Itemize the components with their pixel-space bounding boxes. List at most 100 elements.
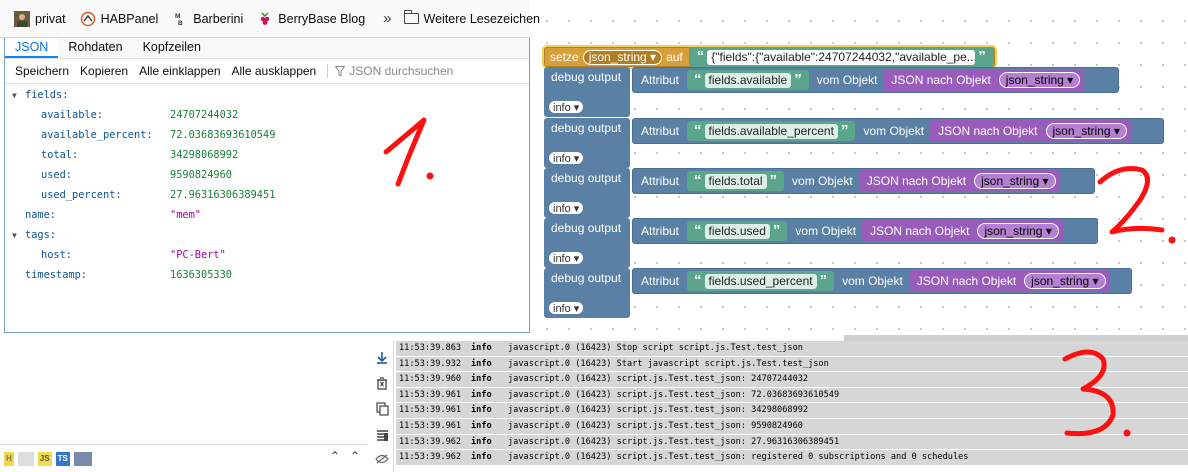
debug-output-block-3[interactable]: debug output info ▾ — [544, 168, 630, 218]
tree-row[interactable]: total: 34298068992 — [5, 145, 529, 165]
attribute-string[interactable]: “fields.available” — [687, 70, 809, 90]
log-sidebar — [368, 341, 394, 472]
json-to-object-block[interactable]: JSON nach Objekt json_string ▾ — [908, 270, 1110, 292]
rules-badge-icon[interactable] — [73, 451, 92, 466]
set-variable-block[interactable]: setze json_string ▾ auf “ {"fields":{"av… — [544, 47, 995, 67]
attribute-field[interactable]: fields.used_percent — [704, 273, 817, 289]
json-to-object-block[interactable]: JSON nach Objekt json_string ▾ — [858, 170, 1060, 192]
bookmark-privat[interactable]: privat — [14, 10, 66, 27]
attribute-label: Attribut — [641, 73, 680, 87]
set-to-label: auf — [666, 50, 683, 64]
tree-row-tags[interactable]: ▼ tags: — [5, 225, 529, 245]
set-variable-dropdown[interactable]: json_string ▾ — [582, 49, 663, 65]
tree-row-fields[interactable]: ▼ fields: — [5, 85, 529, 105]
tree-value: 72.03683693610549 — [170, 129, 276, 141]
tree-value: 1636305330 — [170, 269, 232, 281]
mb-icon: MB — [172, 11, 188, 27]
from-object-label: vom Objekt — [863, 124, 925, 138]
bookmark-barberini[interactable]: MB Barberini — [172, 11, 243, 27]
json-to-object-label: JSON nach Objekt — [870, 224, 970, 238]
debug-output-block-4[interactable]: debug output info ▾ — [544, 218, 630, 268]
tree-row[interactable]: host: "PC-Bert" — [5, 245, 529, 265]
expand-all-button[interactable]: Alle ausklappen — [232, 64, 317, 78]
tab-kopfzeilen[interactable]: Kopfzeilen — [133, 38, 211, 58]
json-to-object-block[interactable]: JSON nach Objekt json_string ▾ — [862, 220, 1063, 242]
attribute-string[interactable]: “fields.used_percent” — [687, 271, 835, 291]
log-resize-bar[interactable] — [368, 333, 1188, 341]
h-badge-icon[interactable]: H — [4, 451, 14, 466]
attribute-block-1[interactable]: Attribut “fields.available” vom Objekt J… — [632, 67, 1119, 93]
attribute-field[interactable]: fields.total — [704, 173, 767, 189]
quote-open-icon: “ — [694, 172, 702, 189]
log-message: javascript.0 (16423) script.js.Test.test… — [508, 389, 840, 400]
tree-row-timestamp[interactable]: timestamp: 1636305330 — [5, 265, 529, 285]
log-level-dropdown[interactable]: info ▾ — [548, 100, 585, 114]
bookmarks-overflow-chevron-icon[interactable]: » — [383, 10, 391, 27]
log-severity: info — [471, 436, 492, 447]
tree-row[interactable]: available_percent: 72.03683693610549 — [5, 125, 529, 145]
expand-icon[interactable]: ⌃ — [330, 449, 340, 463]
collapse-all-button[interactable]: Alle einklappen — [139, 64, 220, 78]
tree-row[interactable]: used: 9590824960 — [5, 165, 529, 185]
variable-dropdown[interactable]: json_string ▾ — [977, 223, 1059, 239]
debug-output-block-2[interactable]: debug output info ▾ — [544, 118, 630, 168]
json-to-object-block[interactable]: JSON nach Objekt json_string ▾ — [883, 69, 1085, 91]
copy-button[interactable]: Kopieren — [80, 64, 128, 78]
json-to-object-block[interactable]: JSON nach Objekt json_string ▾ — [930, 120, 1131, 142]
scroll-down-icon[interactable] — [374, 349, 390, 365]
bookmark-berrybase-blog[interactable]: BerryBase Blog — [257, 11, 365, 27]
attribute-block-5[interactable]: Attribut “fields.used_percent” vom Objek… — [632, 268, 1132, 294]
quote-open-icon: “ — [694, 122, 702, 139]
js-badge[interactable]: JS — [37, 451, 52, 466]
attribute-string[interactable]: “fields.total” — [687, 171, 785, 191]
log-row[interactable]: 11:53:39.962 info javascript.0 (16423) scr… — [396, 450, 1188, 466]
bottom-toolbar: H JS TS ⌃ ⌃ — [0, 444, 368, 472]
save-button[interactable]: Speichern — [15, 64, 69, 78]
folder-icon — [403, 10, 419, 24]
log-level-dropdown[interactable]: info ▾ — [548, 201, 585, 215]
tab-json[interactable]: JSON — [5, 38, 59, 58]
tree-row[interactable]: available: 24707244032 — [5, 105, 529, 125]
attribute-field[interactable]: fields.used — [704, 223, 770, 239]
bookmark-habpanel[interactable]: HABPanel — [80, 11, 158, 27]
attribute-field[interactable]: fields.available — [704, 72, 792, 88]
expand-triangle-icon[interactable]: ▼ — [12, 231, 17, 240]
variable-dropdown[interactable]: json_string ▾ — [1045, 123, 1127, 139]
eye-hidden-icon[interactable] — [374, 451, 390, 467]
variable-dropdown[interactable]: json_string ▾ — [1024, 273, 1106, 289]
tree-row-name[interactable]: name: "mem" — [5, 205, 529, 225]
screen: setze json_string ▾ auf “ {"fields":{"av… — [0, 0, 1188, 472]
expand-triangle-icon[interactable]: ▼ — [12, 91, 17, 100]
variable-dropdown[interactable]: json_string ▾ — [974, 173, 1056, 189]
svg-text:B: B — [178, 20, 183, 27]
variable-dropdown[interactable]: json_string ▾ — [998, 72, 1081, 88]
attribute-block-3[interactable]: Attribut “fields.total” vom Objekt JSON … — [632, 168, 1095, 194]
trash-icon[interactable] — [374, 375, 390, 391]
log-time: 11:53:39.962 — [399, 452, 462, 463]
attribute-block-4[interactable]: Attribut “fields.used” vom Objekt JSON n… — [632, 218, 1098, 244]
chevron-updown-icon[interactable]: ⌃ — [350, 449, 360, 463]
bookmark-other-folder[interactable]: Weitere Lesezeichen — [403, 10, 540, 26]
attribute-block-2[interactable]: Attribut “fields.available_percent” vom … — [632, 118, 1164, 144]
attribute-string[interactable]: “fields.available_percent” — [687, 121, 856, 141]
attribute-string[interactable]: “fields.used” — [687, 221, 788, 241]
tree-row[interactable]: used_percent: 27.96316306389451 — [5, 185, 529, 205]
json-string-field[interactable]: {"fields":{"available":24707244032,"avai… — [707, 49, 976, 65]
attribute-field[interactable]: fields.available_percent — [704, 123, 838, 139]
blank-badge-icon[interactable] — [17, 451, 34, 466]
log-level-dropdown[interactable]: info ▾ — [548, 301, 585, 315]
log-level-label: info — [553, 303, 571, 315]
tab-rohdaten[interactable]: Rohdaten — [58, 38, 132, 58]
variable-name: json_string — [1031, 274, 1090, 288]
log-severity: info — [471, 374, 492, 385]
ts-badge[interactable]: TS — [55, 451, 70, 466]
log-level-dropdown[interactable]: info ▾ — [548, 151, 585, 165]
json-string-literal[interactable]: “ {"fields":{"available":24707244032,"av… — [688, 47, 994, 67]
json-filter-input[interactable]: JSON durchsuchen — [327, 64, 453, 78]
columns-icon[interactable] — [374, 427, 390, 443]
debug-output-block-1[interactable]: debug output info ▾ — [544, 67, 630, 117]
debug-output-block-5[interactable]: debug output info ▾ — [544, 268, 630, 318]
log-level-dropdown[interactable]: info ▾ — [548, 251, 585, 265]
copy-icon[interactable] — [374, 401, 390, 417]
log-level-label: info — [553, 102, 571, 114]
